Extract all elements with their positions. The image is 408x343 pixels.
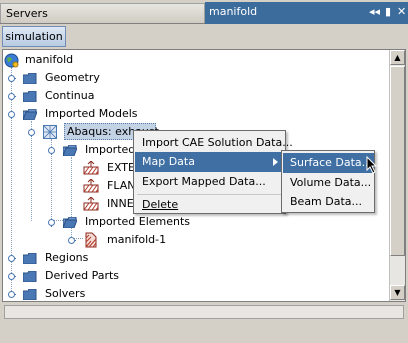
menu-item-beam-data[interactable]: Beam Data... (283, 192, 374, 212)
folder-icon (23, 73, 37, 84)
globe-icon (4, 53, 19, 68)
menu-item-beam-data-label: Beam Data... (290, 195, 363, 208)
tree-node-geometry-label: Geometry (45, 71, 100, 84)
top-tab-bar: Servers manifold ◂◂ ▮ ✕ (0, 0, 408, 24)
menu-item-volume-data-label: Volume Data... (290, 176, 372, 189)
scroll-up-icon[interactable]: ▲ (390, 50, 405, 65)
surface-icon (83, 161, 99, 175)
expand-handle-icon[interactable] (7, 290, 16, 299)
volume-elements-icon (85, 232, 97, 248)
folder-icon (23, 91, 37, 102)
collapse-handle-icon[interactable] (47, 146, 56, 155)
menu-item-surface-data[interactable]: Surface Data... (283, 153, 374, 173)
tree-node-manifold-1-label: manifold-1 (107, 233, 167, 246)
menu-item-import-cae-label: Import CAE Solution Data... (142, 136, 293, 149)
menu-item-volume-data[interactable]: Volume Data... (283, 173, 374, 193)
tab-maximize-icon[interactable]: ▮ (385, 5, 391, 18)
tree-node-imported-elements-label: Imported Elements (85, 215, 191, 228)
tree-node-derived-parts[interactable]: Derived Parts (3, 267, 383, 285)
menu-item-export-mapped[interactable]: Export Mapped Data... (135, 172, 285, 192)
status-field (4, 305, 404, 319)
tree-node-imported-models-label: Imported Models (45, 107, 138, 120)
tree-node-continua[interactable]: Continua (3, 87, 383, 105)
menu-item-map-data[interactable]: Map Data (135, 152, 284, 172)
tree-node-regions[interactable]: Regions (3, 249, 383, 267)
menu-item-delete-label: Delete (142, 198, 179, 211)
tree-node-imported-elements[interactable]: Imported Elements (3, 213, 383, 231)
collapse-handle-icon[interactable] (47, 218, 56, 227)
folder-icon (23, 271, 37, 282)
tree-node-solvers[interactable]: Solvers (3, 285, 383, 301)
submenu-arrow-icon (273, 158, 278, 166)
tree-node-root[interactable]: manifold (3, 51, 383, 69)
tab-list-icon[interactable]: ◂◂ (369, 5, 380, 18)
tree-node-derived-parts-label: Derived Parts (45, 269, 120, 282)
menu-item-surface-data-label: Surface Data... (290, 156, 373, 169)
expand-handle-icon[interactable] (67, 236, 76, 245)
vertical-scrollbar[interactable]: ▲ ▼ (389, 50, 405, 301)
tab-manifold-label: manifold (209, 5, 258, 18)
folder-open-icon (63, 145, 77, 156)
surface-icon (83, 197, 99, 211)
menu-item-delete[interactable]: Delete (135, 195, 285, 215)
folder-icon (23, 289, 37, 300)
menu-item-export-mapped-label: Export Mapped Data... (142, 175, 266, 188)
scrollbar-thumb[interactable] (390, 66, 405, 256)
simulation-button-label: simulation (5, 30, 63, 43)
mesh-model-icon (43, 125, 57, 139)
tree-node-manifold-1[interactable]: manifold-1 (3, 231, 383, 249)
tree-node-regions-label: Regions (45, 251, 89, 264)
tab-manifold[interactable]: manifold ◂◂ ▮ ✕ (205, 2, 408, 24)
simulation-button[interactable]: simulation (2, 26, 66, 47)
folder-open-icon (63, 217, 77, 228)
folder-open-icon (23, 109, 37, 120)
sub-toolbar: simulation (0, 24, 408, 48)
collapse-handle-icon[interactable] (7, 110, 16, 119)
map-data-submenu: Surface Data... Volume Data... Beam Data… (281, 150, 375, 213)
surface-icon (83, 179, 99, 193)
tree-node-root-label: manifold (25, 53, 74, 66)
expand-handle-icon[interactable] (7, 74, 16, 83)
expand-handle-icon[interactable] (7, 92, 16, 101)
expand-handle-icon[interactable] (7, 272, 16, 281)
expand-handle-icon[interactable] (7, 254, 16, 263)
context-menu: Import CAE Solution Data... Map Data Exp… (133, 130, 293, 215)
tree-node-imported-models[interactable]: Imported Models (3, 105, 383, 123)
tree-node-geometry[interactable]: Geometry (3, 69, 383, 87)
menu-item-map-data-label: Map Data (142, 155, 195, 168)
tree-node-solvers-label: Solvers (45, 287, 86, 300)
scroll-down-icon[interactable]: ▼ (390, 285, 405, 300)
collapse-handle-icon[interactable] (27, 128, 36, 137)
folder-icon (23, 253, 37, 264)
menu-item-import-cae[interactable]: Import CAE Solution Data... (135, 133, 293, 153)
close-icon[interactable]: ✕ (397, 5, 406, 18)
mouse-cursor-icon (366, 156, 378, 174)
tab-servers-label: Servers (6, 7, 48, 20)
tab-servers[interactable]: Servers (0, 3, 205, 23)
tree-node-continua-label: Continua (45, 89, 95, 102)
